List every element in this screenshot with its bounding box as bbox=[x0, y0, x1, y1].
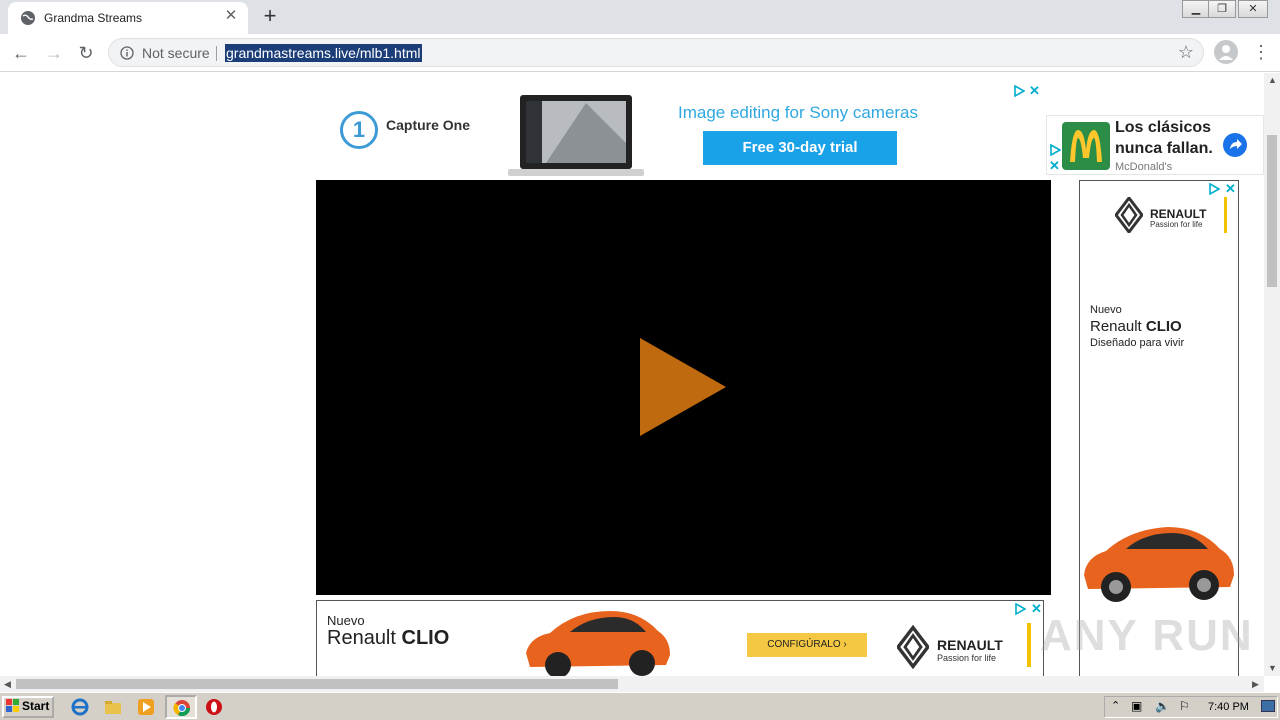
ad-close-icon[interactable]: ✕ bbox=[1049, 159, 1060, 172]
ad-nuevo: Nuevo bbox=[327, 613, 365, 628]
ad-advertiser: McDonald's bbox=[1115, 161, 1173, 173]
security-label[interactable]: Not secure bbox=[142, 45, 210, 61]
renault-logo bbox=[1115, 197, 1143, 233]
restore-button[interactable]: ❐ bbox=[1208, 0, 1236, 18]
vertical-scroll-thumb[interactable] bbox=[1267, 135, 1277, 287]
yellow-bar bbox=[1224, 197, 1227, 233]
adchoices-icon[interactable] bbox=[1014, 603, 1026, 615]
laptop-image bbox=[508, 95, 644, 176]
yellow-bar bbox=[1027, 623, 1031, 667]
show-desktop-icon[interactable] bbox=[1261, 700, 1275, 712]
show-hidden-icons-icon[interactable]: ⌃ bbox=[1111, 699, 1120, 712]
network-icon[interactable]: ▣ bbox=[1131, 699, 1142, 713]
adchoices-icon[interactable] bbox=[1049, 144, 1061, 156]
scroll-left-icon[interactable]: ◀ bbox=[4, 679, 11, 690]
scroll-up-icon[interactable]: ▲ bbox=[1268, 75, 1277, 85]
ad-close-icon[interactable]: ✕ bbox=[1029, 84, 1040, 97]
web-page: 1 Capture One Image editing for Sony cam… bbox=[0, 73, 1264, 676]
car-image bbox=[526, 611, 670, 676]
chrome-taskbar-button[interactable] bbox=[165, 695, 197, 719]
side-renault-ad[interactable]: ✕ RENAULT Passion for life Nuevo Renault… bbox=[1079, 180, 1239, 676]
close-tab-icon[interactable]: ✕ bbox=[222, 7, 240, 25]
action-center-flag-icon[interactable]: ⚐ bbox=[1179, 699, 1190, 713]
profile-avatar-icon[interactable] bbox=[1214, 40, 1238, 64]
system-clock[interactable]: 7:40 PM bbox=[1208, 701, 1249, 713]
scroll-right-icon[interactable]: ▶ bbox=[1252, 679, 1259, 690]
model-name: CLIO bbox=[1145, 318, 1182, 335]
separator bbox=[216, 46, 217, 61]
ad-tagline: Diseñado para vivir bbox=[1090, 337, 1185, 349]
horizontal-scroll-thumb[interactable] bbox=[16, 679, 618, 689]
forward-arrow-icon[interactable]: → bbox=[42, 41, 66, 65]
tab-strip: Grandma Streams ✕ + ▁ ❐ ✕ bbox=[0, 0, 1280, 34]
anyrun-watermark: ANY RUN bbox=[1040, 611, 1254, 660]
minimize-button[interactable]: ▁ bbox=[1182, 0, 1210, 18]
scroll-down-icon[interactable]: ▼ bbox=[1268, 663, 1277, 673]
renault-brand: RENAULT bbox=[937, 637, 1003, 653]
chrome-icon bbox=[173, 700, 191, 717]
browser-tab[interactable]: Grandma Streams ✕ bbox=[8, 2, 248, 34]
reload-icon[interactable]: ↻ bbox=[74, 41, 98, 65]
vertical-scrollbar[interactable]: ▲ ▼ bbox=[1264, 73, 1280, 676]
renault-brand: RENAULT bbox=[1150, 207, 1207, 221]
windows-taskbar: Start ⌃ ▣ 🔈 ⚐ 7:40 PM bbox=[0, 692, 1280, 720]
car-image bbox=[1084, 527, 1234, 602]
top-banner-ad[interactable]: 1 Capture One Image editing for Sony cam… bbox=[316, 79, 1046, 179]
folder-icon[interactable] bbox=[104, 698, 122, 716]
mcdonalds-logo bbox=[1062, 122, 1110, 170]
renault-tagline: Passion for life bbox=[937, 653, 997, 663]
mcdonalds-ad[interactable]: Los clásicos nunca fallan. McDonald's ✕ bbox=[1046, 115, 1264, 175]
start-button[interactable]: Start bbox=[2, 696, 54, 718]
ad-line-1: Los clásicos bbox=[1115, 119, 1212, 136]
url-text[interactable]: grandmastreams.live/mlb1.html bbox=[225, 44, 422, 62]
ad-line-2: nunca fallan. bbox=[1115, 140, 1213, 157]
model-name: CLIO bbox=[401, 627, 450, 649]
new-tab-button[interactable]: + bbox=[258, 5, 282, 29]
opera-icon[interactable] bbox=[205, 698, 223, 716]
adchoices-icon[interactable] bbox=[1208, 183, 1220, 195]
capture-one-logo: 1 bbox=[340, 111, 378, 149]
address-bar[interactable]: Not secure grandmastreams.live/mlb1.html… bbox=[108, 38, 1204, 67]
volume-icon[interactable]: 🔈 bbox=[1155, 699, 1170, 713]
ad-headline[interactable]: Image editing for Sony cameras bbox=[678, 103, 918, 123]
bookmark-star-icon[interactable]: ☆ bbox=[1178, 42, 1194, 63]
start-label: Start bbox=[22, 699, 50, 713]
configure-button[interactable]: CONFIGÚRALO › bbox=[747, 633, 867, 657]
model-prefix: Renault bbox=[327, 627, 402, 649]
model-prefix: Renault bbox=[1090, 318, 1146, 335]
ad-brand: Capture One bbox=[386, 117, 471, 133]
browser-toolbar: ← → ↻ Not secure grandmastreams.live/mlb… bbox=[0, 34, 1280, 72]
renault-tagline: Passion for life bbox=[1150, 220, 1203, 229]
ad-model: Renault CLIO bbox=[1090, 318, 1182, 335]
horizontal-scrollbar[interactable]: ◀ ▶ bbox=[0, 676, 1264, 692]
bottom-renault-ad[interactable]: Nuevo Renault CLIO CONFIGÚRALO › RENAULT… bbox=[316, 600, 1044, 676]
tab-title: Grandma Streams bbox=[44, 11, 143, 25]
globe-icon bbox=[21, 11, 35, 25]
ad-model: Renault CLIO bbox=[327, 627, 449, 650]
system-tray: ⌃ ▣ 🔈 ⚐ bbox=[1104, 696, 1278, 718]
adchoices-icon[interactable] bbox=[1013, 85, 1025, 97]
media-player-icon[interactable] bbox=[137, 698, 155, 716]
back-arrow-icon[interactable]: ← bbox=[9, 41, 33, 65]
internet-explorer-icon[interactable] bbox=[71, 698, 89, 716]
video-player[interactable] bbox=[316, 180, 1051, 595]
windows-logo-icon bbox=[6, 699, 19, 712]
play-icon[interactable] bbox=[640, 338, 726, 438]
kebab-menu-icon[interactable]: ⋮ bbox=[1252, 41, 1270, 65]
ad-close-icon[interactable]: ✕ bbox=[1225, 182, 1236, 195]
share-arrow-icon[interactable] bbox=[1223, 133, 1247, 157]
free-trial-button[interactable]: Free 30-day trial bbox=[703, 131, 897, 165]
close-window-button[interactable]: ✕ bbox=[1238, 0, 1268, 18]
ad-nuevo: Nuevo bbox=[1090, 304, 1122, 316]
renault-logo bbox=[897, 625, 929, 669]
info-icon[interactable] bbox=[120, 46, 134, 60]
